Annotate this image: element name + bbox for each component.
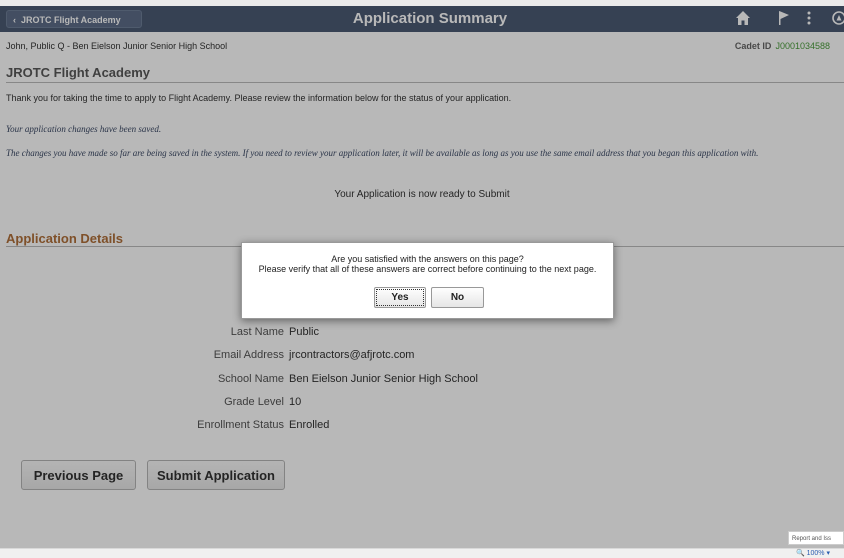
confirm-dialog: Are you satisfied with the answers on th… — [241, 242, 614, 319]
zoom-icon: 🔍 — [795, 550, 805, 557]
report-issue-button[interactable]: Report and Iss — [788, 531, 844, 545]
chevron-down-icon: ▾ — [826, 550, 830, 557]
zoom-level: 100% — [806, 550, 825, 557]
browser-status-bar: 🔍 100% ▾ — [0, 548, 844, 558]
yes-button[interactable]: Yes — [374, 287, 426, 308]
dialog-instruction: Please verify that all of these answers … — [258, 264, 597, 274]
dialog-question: Are you satisfied with the answers on th… — [331, 254, 524, 264]
no-button[interactable]: No — [431, 287, 484, 308]
zoom-control[interactable]: 🔍 100% ▾ — [796, 549, 830, 558]
